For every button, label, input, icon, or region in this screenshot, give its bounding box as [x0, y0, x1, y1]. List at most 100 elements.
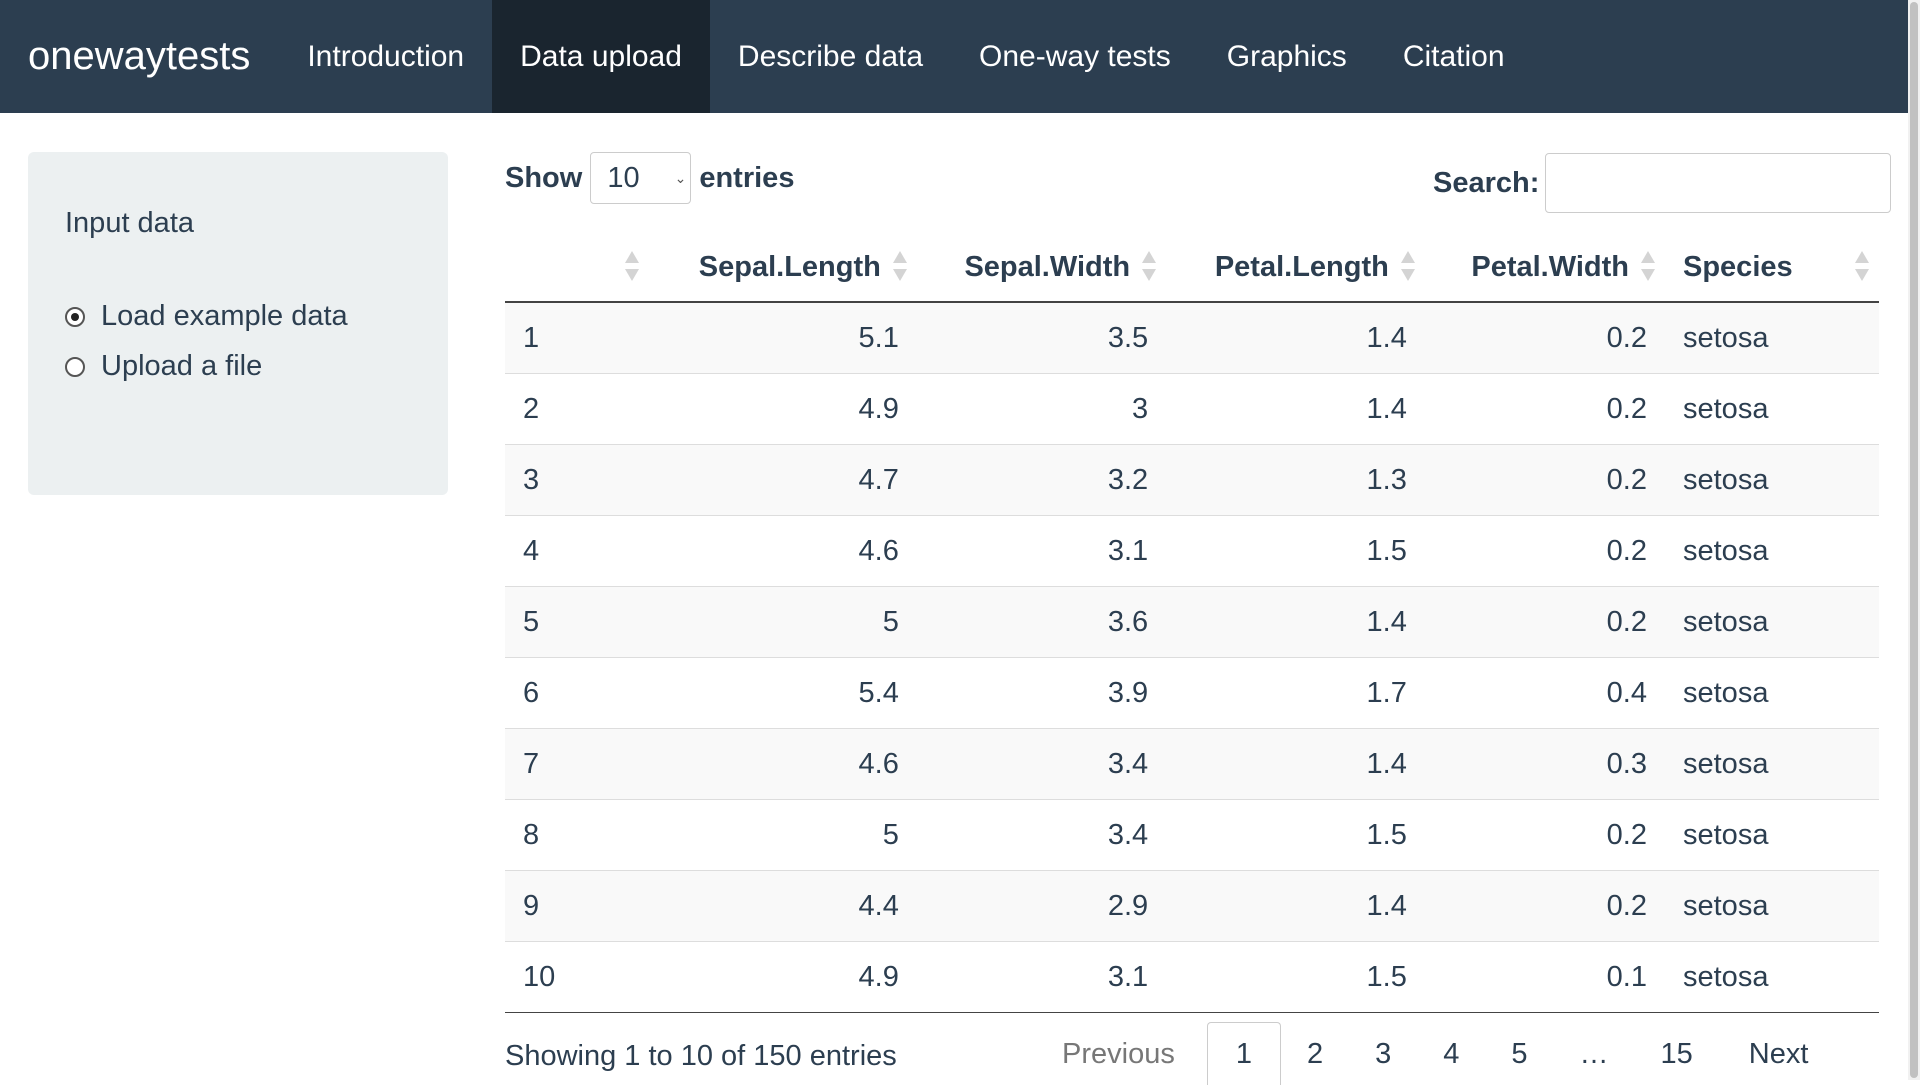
- cell: 5.1: [649, 301, 917, 374]
- cell: 1.4: [1166, 373, 1425, 445]
- cell: 9: [505, 870, 649, 942]
- cell: 3.1: [916, 941, 1167, 1013]
- column-header-sepal-width[interactable]: Sepal.Width: [916, 233, 1167, 303]
- cell: setosa: [1665, 373, 1879, 445]
- cell: 5.4: [649, 657, 917, 729]
- column-header-index[interactable]: [505, 233, 649, 303]
- cell: 0.4: [1424, 657, 1665, 729]
- radio-button-checked[interactable]: [65, 306, 85, 327]
- cell: 0.1: [1424, 941, 1665, 1013]
- page-4-button[interactable]: 4: [1417, 1023, 1485, 1085]
- cell: 1.5: [1166, 515, 1425, 587]
- page-3-button[interactable]: 3: [1349, 1023, 1417, 1085]
- pagination: Previous 1 2 3 4 5 … 15 Next: [1030, 1022, 1838, 1085]
- show-label: Show: [505, 161, 583, 194]
- cell: 4.6: [649, 515, 917, 587]
- search-label: Search:: [1433, 166, 1540, 199]
- cell: 5: [649, 799, 917, 871]
- radio-load-example-data[interactable]: Load example data: [65, 300, 348, 333]
- cell: 1.5: [1166, 799, 1425, 871]
- column-header-petal-width[interactable]: Petal.Width: [1424, 233, 1665, 303]
- sort-icon: [1142, 251, 1157, 281]
- nav-tab-graphics[interactable]: Graphics: [1199, 0, 1375, 113]
- nav-tab-citation[interactable]: Citation: [1375, 0, 1533, 113]
- cell: 0.3: [1424, 728, 1665, 800]
- page-1-button[interactable]: 1: [1206, 1022, 1281, 1085]
- cell: 1.7: [1166, 657, 1425, 729]
- nav-tab-describe-data[interactable]: Describe data: [710, 0, 951, 113]
- cell: 0.2: [1424, 515, 1665, 587]
- page-15-button[interactable]: 15: [1635, 1023, 1719, 1085]
- table-row: 6 5.4 3.9 1.7 0.4 setosa: [505, 657, 1879, 729]
- cell: 4.7: [649, 444, 917, 516]
- table-row: 4 4.6 3.1 1.5 0.2 setosa: [505, 515, 1879, 587]
- cell: 5: [649, 586, 917, 658]
- column-header-petal-length[interactable]: Petal.Length: [1166, 233, 1425, 303]
- input-panel-title: Input data: [65, 207, 194, 239]
- table-row: 3 4.7 3.2 1.3 0.2 setosa: [505, 444, 1879, 516]
- column-header-species[interactable]: Species: [1665, 233, 1879, 303]
- next-button[interactable]: Next: [1719, 1023, 1839, 1085]
- cell: 1.3: [1166, 444, 1425, 516]
- table-header-row: Sepal.Length Sepal.Width Petal.Length Pe…: [505, 233, 1879, 303]
- table-search: Search:: [1433, 153, 1892, 213]
- cell: setosa: [1665, 444, 1879, 516]
- entries-label: entries: [699, 161, 795, 194]
- page-2-button[interactable]: 2: [1281, 1023, 1349, 1085]
- page-5-button[interactable]: 5: [1485, 1023, 1553, 1085]
- cell: 0.2: [1424, 870, 1665, 942]
- cell: 0.2: [1424, 301, 1665, 374]
- table-row: 9 4.4 2.9 1.4 0.2 setosa: [505, 870, 1879, 942]
- scrollbar-thumb[interactable]: [1910, 2, 1918, 1078]
- cell: setosa: [1665, 657, 1879, 729]
- cell: 5: [505, 586, 649, 658]
- sort-icon: [892, 251, 907, 281]
- column-header-sepal-length[interactable]: Sepal.Length: [649, 233, 917, 303]
- cell: 3.1: [916, 515, 1167, 587]
- cell: 4.9: [649, 941, 917, 1013]
- sort-icon: [1855, 251, 1869, 281]
- nav-tab-data-upload[interactable]: Data upload: [492, 0, 710, 113]
- cell: 8: [505, 799, 649, 871]
- radio-button-unchecked[interactable]: [65, 356, 85, 377]
- table-body: 1 5.1 3.5 1.4 0.2 setosa 2 4.9 3 1.4 0.2 setosa 34…: [505, 301, 1879, 1013]
- table-row: 8 5 3.4 1.5 0.2 setosa: [505, 799, 1879, 871]
- cell: 0.2: [1424, 586, 1665, 658]
- cell: 0.2: [1424, 373, 1665, 445]
- cell: 2.9: [916, 870, 1167, 942]
- search-input[interactable]: [1545, 153, 1892, 213]
- nav-tab-one-way-tests[interactable]: One-way tests: [951, 0, 1199, 113]
- cell: 1.4: [1166, 301, 1425, 374]
- cell: 1: [505, 301, 649, 374]
- cell: 3.6: [916, 586, 1167, 658]
- radio-upload-file[interactable]: Upload a file: [65, 350, 262, 383]
- previous-button[interactable]: Previous: [1030, 1023, 1207, 1085]
- sort-icon: [1400, 251, 1415, 281]
- entries-select[interactable]: 10 ⌄: [590, 152, 692, 204]
- table-row: 5 5 3.6 1.4 0.2 setosa: [505, 586, 1879, 658]
- cell: 3.4: [916, 799, 1167, 871]
- table-info: Showing 1 to 10 of 150 entries: [505, 1040, 897, 1072]
- cell: 3.2: [916, 444, 1167, 516]
- cell: 3.4: [916, 728, 1167, 800]
- pagination-ellipsis: …: [1579, 1037, 1609, 1070]
- sort-icon: [1641, 251, 1655, 281]
- cell: setosa: [1665, 799, 1879, 871]
- nav-tab-introduction[interactable]: Introduction: [279, 0, 492, 113]
- app-brand[interactable]: onewaytests: [0, 0, 279, 113]
- table-row: 10 4.9 3.1 1.5 0.1 setosa: [505, 941, 1879, 1013]
- cell: 0.2: [1424, 444, 1665, 516]
- cell: 4.9: [649, 373, 917, 445]
- cell: 1.5: [1166, 941, 1425, 1013]
- cell: setosa: [1665, 870, 1879, 942]
- table-row: 2 4.9 3 1.4 0.2 setosa: [505, 373, 1879, 445]
- cell: 4.4: [649, 870, 917, 942]
- cell: 1.4: [1166, 870, 1425, 942]
- cell: 4: [505, 515, 649, 587]
- cell: 3.9: [916, 657, 1167, 729]
- cell: setosa: [1665, 515, 1879, 587]
- navbar: onewaytests Introduction Data upload Des…: [0, 0, 1908, 113]
- chevron-down-icon: ⌄: [674, 170, 687, 186]
- cell: 7: [505, 728, 649, 800]
- page-scrollbar[interactable]: [1908, 0, 1920, 1080]
